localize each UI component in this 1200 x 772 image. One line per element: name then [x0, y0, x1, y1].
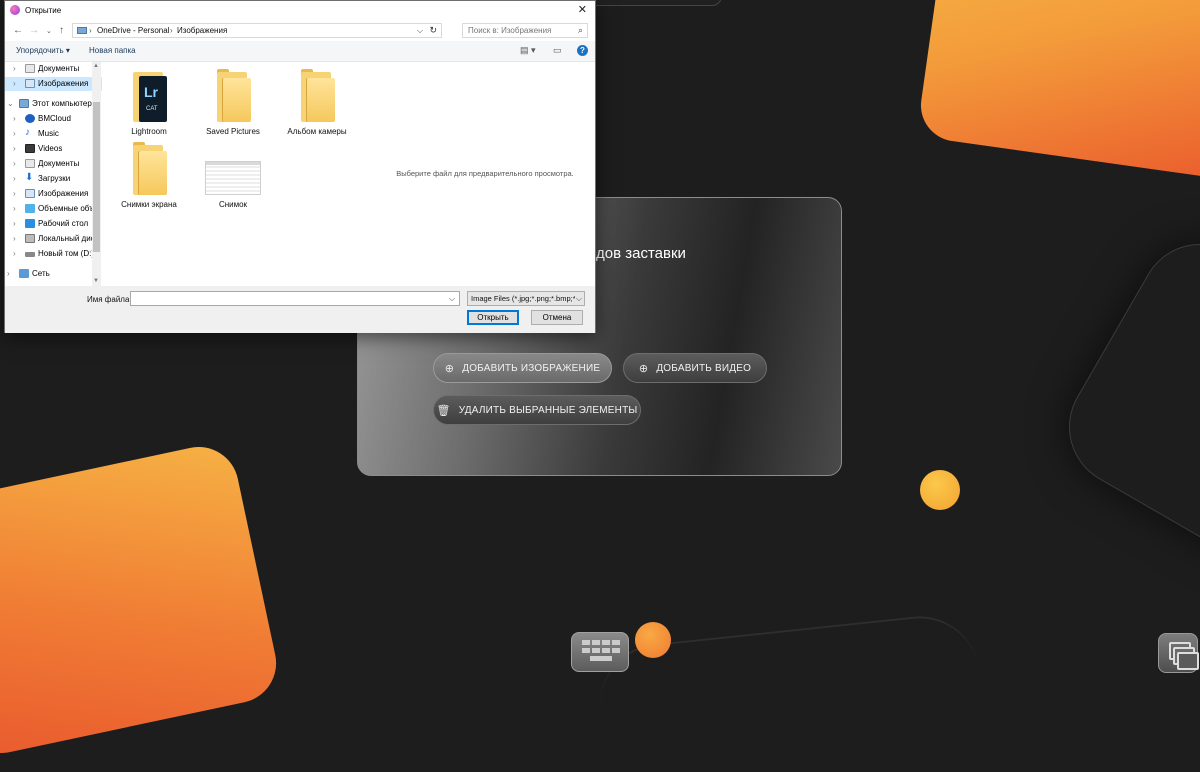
folder-icon [215, 69, 251, 122]
organize-button[interactable]: Упорядочить ▾ [16, 46, 70, 55]
file-list: Lr CAT Lightroom Saved Pictures Альбом к… [105, 62, 385, 286]
computer-icon [19, 99, 29, 108]
up-arrow-icon[interactable]: ↑ [59, 25, 64, 36]
nav-item-documents[interactable]: › Документы [5, 62, 102, 76]
file-name: Альбом камеры [287, 127, 347, 136]
open-file-dialog: Открытие ✕ ← → ⌄ ↑ › OneDrive - Personal… [4, 0, 596, 333]
nav-item-local-disk[interactable]: › Локальный дис [5, 232, 102, 246]
navigation-pane: › Документы › Изображения ⌄ Этот компьют… [5, 62, 102, 286]
3d-objects-icon [25, 204, 35, 213]
nav-item-downloads[interactable]: › ⬇ Загрузки [5, 172, 102, 186]
navigation-scrollbar[interactable]: ▲ ▼ [92, 62, 101, 286]
dialog-titlebar: Открытие ✕ [5, 1, 595, 20]
documents-icon [25, 64, 35, 73]
orange-shape-bottom-left [0, 439, 284, 761]
back-arrow-icon[interactable]: ← [13, 25, 23, 36]
file-type-dropdown-icon: ⌵ [575, 294, 582, 303]
search-icon: ⌕ [577, 25, 583, 35]
dialog-toolbar: Упорядочить ▾ Новая папка ▤ ▾ ▭ ? [5, 41, 595, 62]
file-type-select[interactable]: Image Files (*.jpg;*.png;*.bmp;* ⌵ [467, 291, 585, 306]
nav-item-pictures[interactable]: › Изображения [5, 77, 102, 91]
plus-circle-icon: ⊕ [444, 362, 455, 375]
image-thumbnail-icon [205, 161, 261, 195]
scroll-up-icon[interactable]: ▲ [93, 63, 99, 69]
file-item-screenshots[interactable]: Снимки экрана [107, 135, 191, 213]
orange-shape-top-right [916, 0, 1200, 182]
add-video-label: ДОБАВИТЬ ВИДЕО [656, 362, 752, 374]
windows-stack-icon[interactable] [1158, 633, 1199, 673]
documents-icon [25, 159, 35, 168]
breadcrumb-onedrive[interactable]: OneDrive - Personal [97, 26, 169, 35]
panel-title: дов заставки [596, 245, 686, 262]
nav-item-network[interactable]: › Сеть [5, 267, 102, 281]
music-icon: ♪ [25, 127, 30, 138]
preview-message: Выберите файл для предварительного просм… [396, 169, 574, 178]
address-dropdown-icon[interactable]: ⌵ [417, 26, 423, 36]
file-item-snapshot[interactable]: Снимок [191, 135, 275, 213]
breadcrumb-pictures[interactable]: Изображения [177, 26, 227, 35]
nav-item-bmcloud[interactable]: › BMCloud [5, 112, 102, 126]
open-button[interactable]: Открыть [467, 310, 519, 325]
navigation-row: ← → ⌄ ↑ › OneDrive - Personal › Изображе… [5, 21, 595, 41]
outlined-shape-right [1047, 222, 1200, 580]
folder-icon [131, 142, 167, 195]
nav-item-this-pc[interactable]: ⌄ Этот компьютер [5, 97, 102, 111]
scrollbar-thumb[interactable] [93, 102, 100, 252]
file-item-camera-roll[interactable]: Альбом камеры [275, 62, 359, 140]
filename-input[interactable]: ⌵ [130, 291, 460, 306]
file-item-saved-pictures[interactable]: Saved Pictures [191, 62, 275, 140]
trash-icon: 🗑 [436, 404, 451, 417]
yellow-dot [920, 470, 960, 510]
folder-icon [299, 69, 335, 122]
videos-icon [25, 144, 35, 153]
view-options-icon[interactable]: ▤ ▾ [520, 45, 536, 56]
dialog-footer: Имя файла: ⌵ Image Files (*.jpg;*.png;*.… [5, 286, 595, 333]
close-icon[interactable]: ✕ [578, 3, 587, 16]
desktop-icon [25, 219, 35, 228]
address-bar[interactable]: › OneDrive - Personal › Изображения ⌵ ↻ [72, 23, 442, 38]
new-folder-button[interactable]: Новая папка [89, 46, 136, 55]
file-item-lightroom[interactable]: Lr CAT Lightroom [107, 62, 191, 140]
plus-circle-icon: ⊕ [638, 362, 649, 375]
preview-pane-icon[interactable]: ▭ [553, 45, 562, 56]
nav-item-pictures-2[interactable]: › Изображения [5, 187, 102, 201]
cancel-button[interactable]: Отмена [531, 310, 583, 325]
nav-item-new-volume[interactable]: › Новый том (D:) [5, 247, 102, 261]
filename-dropdown-icon[interactable]: ⌵ [449, 294, 455, 304]
nav-item-3d-objects[interactable]: › Объемные объ [5, 202, 102, 216]
add-image-button[interactable]: ⊕ ДОБАВИТЬ ИЗОБРАЖЕНИЕ [433, 353, 612, 383]
nav-item-videos[interactable]: › Videos [5, 142, 102, 156]
downloads-icon: ⬇ [25, 172, 34, 183]
file-type-value: Image Files (*.jpg;*.png;*.bmp;* [471, 294, 575, 303]
cloud-icon [25, 114, 35, 123]
delete-selected-label: УДАЛИТЬ ВЫБРАННЫЕ ЭЛЕМЕНТЫ [458, 404, 638, 416]
dialog-title: Открытие [25, 6, 62, 15]
pictures-icon [25, 79, 35, 88]
file-name: Снимок [218, 200, 248, 209]
local-disk-icon [25, 234, 35, 243]
scroll-down-icon[interactable]: ▼ [93, 278, 99, 284]
nav-item-music[interactable]: › ♪ Music [5, 127, 102, 141]
file-name: Снимки экрана [121, 200, 177, 209]
help-icon[interactable]: ? [577, 45, 588, 56]
nav-item-documents-2[interactable]: › Документы [5, 157, 102, 171]
filename-label: Имя файла: [87, 295, 132, 304]
delete-selected-button[interactable]: 🗑 УДАЛИТЬ ВЫБРАННЫЕ ЭЛЕМЕНТЫ [433, 395, 641, 425]
nav-item-desktop[interactable]: › Рабочий стол [5, 217, 102, 231]
app-icon [10, 5, 20, 15]
refresh-icon[interactable]: ↻ [429, 25, 437, 36]
network-icon [19, 269, 29, 278]
lightroom-folder-icon: Lr CAT [131, 72, 167, 122]
pictures-icon [25, 189, 35, 198]
recent-locations-chevron-icon[interactable]: ⌄ [46, 27, 52, 35]
search-box[interactable]: Поиск в: Изображения ⌕ [462, 23, 588, 38]
keyboard-icon[interactable] [571, 632, 629, 672]
search-placeholder: Поиск в: Изображения [468, 26, 552, 35]
add-video-button[interactable]: ⊕ ДОБАВИТЬ ВИДЕО [623, 353, 767, 383]
orange-dot [635, 622, 671, 658]
drive-icon [25, 252, 35, 257]
forward-arrow-icon[interactable]: → [29, 25, 39, 36]
computer-icon [77, 27, 87, 34]
add-image-label: ДОБАВИТЬ ИЗОБРАЖЕНИЕ [462, 362, 601, 374]
